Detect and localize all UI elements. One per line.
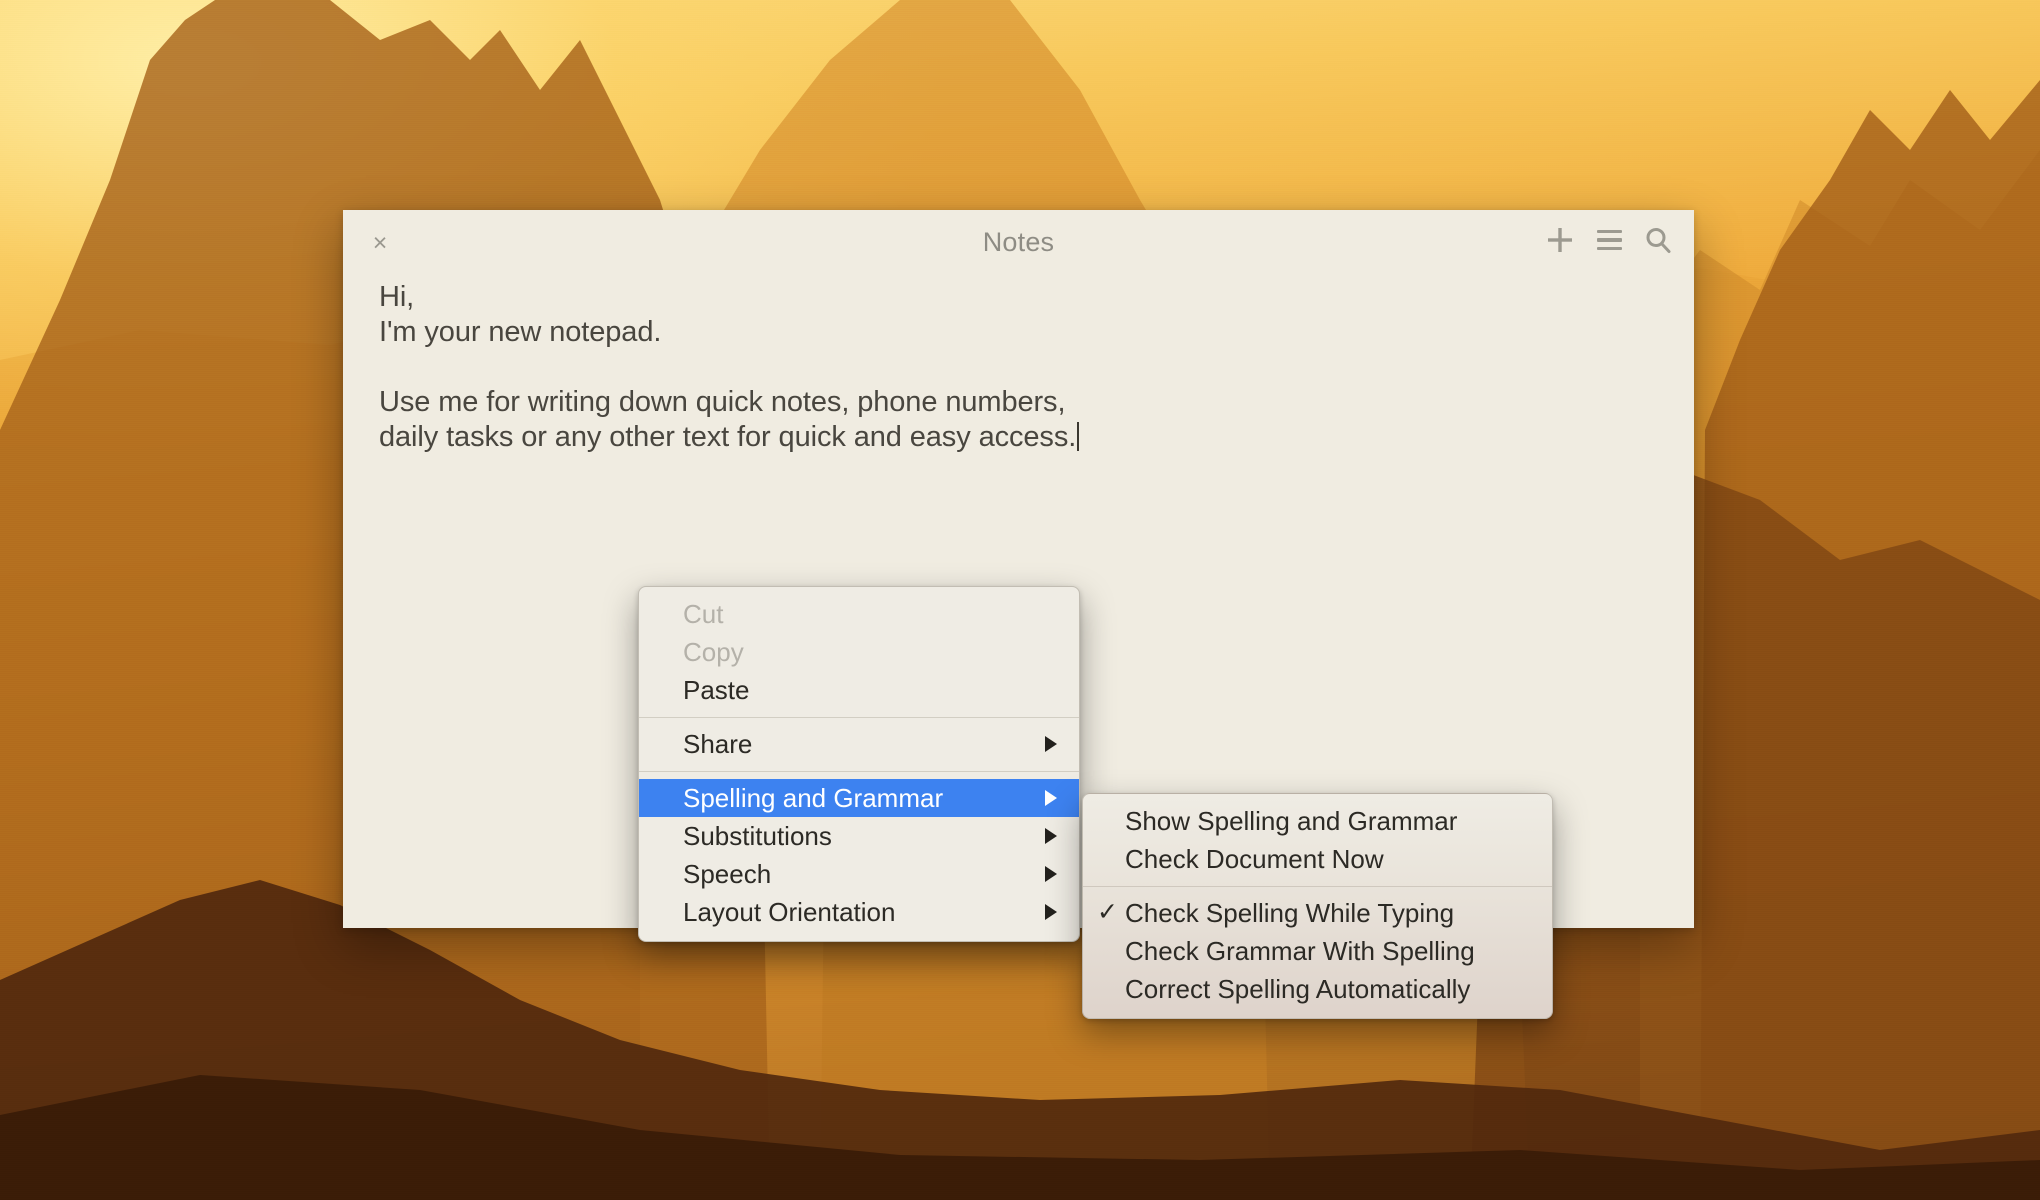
submenu-item-check-spelling-while-typing[interactable]: ✓ Check Spelling While Typing	[1083, 894, 1552, 932]
spelling-and-grammar-submenu: Show Spelling and Grammar Check Document …	[1082, 793, 1553, 1019]
menu-item-share[interactable]: Share	[639, 725, 1079, 763]
menu-item-label: Copy	[683, 636, 744, 667]
submenu-item-show-spelling-and-grammar[interactable]: Show Spelling and Grammar	[1083, 802, 1552, 840]
submenu-item-label: Correct Spelling Automatically	[1125, 973, 1471, 1004]
menu-item-label: Substitutions	[683, 820, 832, 851]
titlebar-actions	[1544, 224, 1674, 256]
submenu-item-label: Show Spelling and Grammar	[1125, 805, 1458, 836]
menu-item-cut: Cut	[639, 595, 1079, 633]
menu-item-spelling-and-grammar[interactable]: Spelling and Grammar	[639, 779, 1079, 817]
submenu-item-label: Check Grammar With Spelling	[1125, 935, 1475, 966]
submenu-item-label: Check Spelling While Typing	[1125, 897, 1455, 928]
submenu-arrow-icon	[1045, 790, 1057, 806]
menu-item-label: Paste	[683, 674, 750, 705]
submenu-arrow-icon	[1045, 904, 1057, 920]
submenu-item-check-grammar-with-spelling[interactable]: Check Grammar With Spelling	[1083, 932, 1552, 970]
note-text: Hi, I'm your new notepad. Use me for wri…	[379, 281, 1077, 453]
menu-separator	[639, 717, 1079, 718]
search-icon[interactable]	[1642, 224, 1674, 256]
menu-item-paste[interactable]: Paste	[639, 671, 1079, 709]
plus-icon[interactable]	[1544, 224, 1576, 256]
submenu-arrow-icon	[1045, 866, 1057, 882]
checkmark-icon: ✓	[1097, 898, 1118, 926]
submenu-arrow-icon	[1045, 736, 1057, 752]
text-caret	[1077, 422, 1080, 451]
submenu-item-check-document-now[interactable]: Check Document Now	[1083, 840, 1552, 878]
context-menu: Cut Copy Paste Share Spelling and Grammar Sub…	[638, 586, 1080, 942]
submenu-item-label: Check Document Now	[1125, 843, 1384, 874]
menu-item-label: Cut	[683, 598, 724, 629]
submenu-arrow-icon	[1045, 828, 1057, 844]
menu-item-label: Speech	[683, 858, 772, 889]
menu-item-substitutions[interactable]: Substitutions	[639, 817, 1079, 855]
menu-item-label: Layout Orientation	[683, 896, 896, 927]
submenu-separator	[1083, 886, 1552, 887]
menu-item-label: Share	[683, 728, 753, 759]
hamburger-menu-icon[interactable]	[1593, 224, 1625, 256]
menu-separator	[639, 771, 1079, 772]
menu-item-layout-orientation[interactable]: Layout Orientation	[639, 893, 1079, 931]
menu-item-label: Spelling and Grammar	[683, 782, 944, 813]
menu-item-copy: Copy	[639, 633, 1079, 671]
window-title: Notes	[982, 227, 1055, 257]
submenu-item-correct-spelling-automatically[interactable]: Correct Spelling Automatically	[1083, 970, 1552, 1008]
notes-titlebar: × Notes	[343, 210, 1694, 272]
menu-item-speech[interactable]: Speech	[639, 855, 1079, 893]
